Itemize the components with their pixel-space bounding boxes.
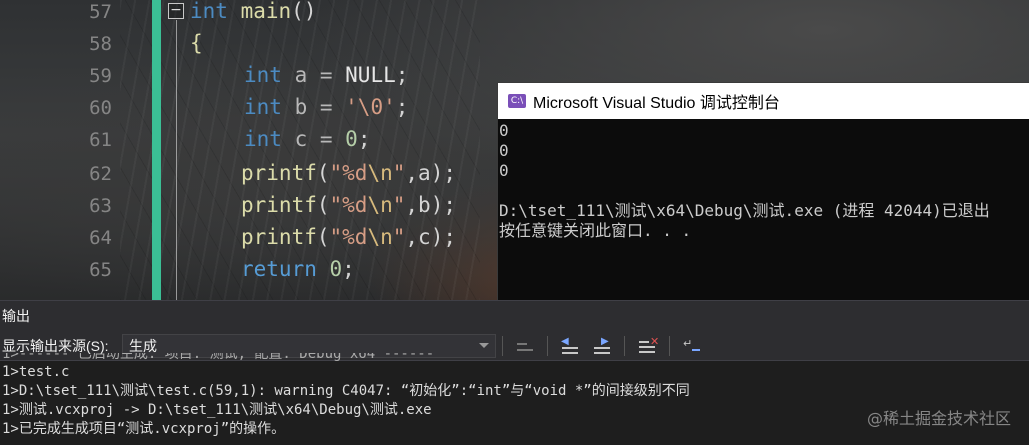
console-output[interactable]: 0 0 0 D:\tset_111\测试\x64\Debug\测试.exe (进…: [498, 119, 1029, 241]
code-line-59[interactable]: int a = NULL;: [244, 59, 408, 91]
console-line: D:\tset_111\测试\x64\Debug\测试.exe (进程 4204…: [499, 201, 990, 220]
change-tracking-bar: [152, 0, 161, 300]
go-to-previous-message-button[interactable]: ◀: [558, 335, 582, 357]
next-message-icon: ▶: [601, 335, 609, 347]
code-line-65[interactable]: return 0;: [241, 253, 355, 285]
clear-all-button[interactable]: ✕: [635, 335, 659, 357]
previous-message-icon: ◀: [561, 335, 569, 347]
code-line-62[interactable]: printf("%d\n",a);: [241, 157, 456, 189]
output-panel-title: 输出: [0, 301, 1029, 331]
code-line-61[interactable]: int c = 0;: [244, 123, 370, 155]
debug-console-window[interactable]: C:\ Microsoft Visual Studio 调试控制台 0 0 0 …: [497, 82, 1029, 308]
go-to-next-message-button[interactable]: ▶: [590, 335, 614, 357]
code-line-64[interactable]: printf("%d\n",c);: [241, 221, 456, 253]
console-line: 按任意键关闭此窗口. . .: [499, 221, 692, 240]
line-number-gutter: 57 58 59 60 61 62 63 64 65: [0, 0, 120, 300]
output-line: 1>test.c: [2, 364, 70, 380]
console-titlebar[interactable]: C:\ Microsoft Visual Studio 调试控制台: [498, 83, 1029, 119]
toolbar-separator: [502, 335, 503, 356]
code-line-60[interactable]: int b = '\0';: [244, 91, 408, 123]
line-number: 63: [89, 195, 112, 217]
code-line-57[interactable]: int main(): [190, 0, 316, 27]
chevron-down-icon: [479, 343, 489, 348]
line-number: 60: [89, 97, 112, 119]
toolbar-separator: [624, 335, 625, 356]
find-message-in-code-button[interactable]: [513, 335, 537, 357]
collapse-toggle-icon[interactable]: −: [168, 3, 184, 19]
console-line: 0: [499, 121, 509, 140]
find-message-icon: [517, 342, 527, 345]
code-line-63[interactable]: printf("%d\n",b);: [241, 189, 456, 221]
line-number: 62: [89, 163, 112, 185]
toggle-word-wrap-button[interactable]: ↵: [680, 335, 704, 357]
output-panel[interactable]: 输出 显示输出来源(S): 生成 ◀ ▶ ✕ ↵ 1>------ 已启动生成:…: [0, 300, 1029, 445]
toolbar-separator: [547, 335, 548, 356]
console-title: Microsoft Visual Studio 调试控制台: [533, 95, 780, 112]
toolbar-separator: [669, 335, 670, 356]
line-number: 64: [89, 227, 112, 249]
line-number: 57: [89, 1, 112, 23]
line-number: 58: [89, 33, 112, 55]
fold-guide-line: [176, 20, 177, 300]
word-wrap-icon: ↵: [683, 336, 693, 350]
console-line: 0: [499, 161, 509, 180]
console-line: 0: [499, 141, 509, 160]
console-app-icon: C:\: [508, 94, 526, 108]
line-number: 65: [89, 259, 112, 281]
output-line: 1>D:\tset_111\测试\test.c(59,1): warning C…: [2, 383, 690, 399]
line-number: 59: [89, 65, 112, 87]
code-line-58[interactable]: {: [190, 27, 203, 59]
watermark-text: @稀土掘金技术社区: [866, 409, 1011, 428]
line-number: 61: [89, 129, 112, 151]
